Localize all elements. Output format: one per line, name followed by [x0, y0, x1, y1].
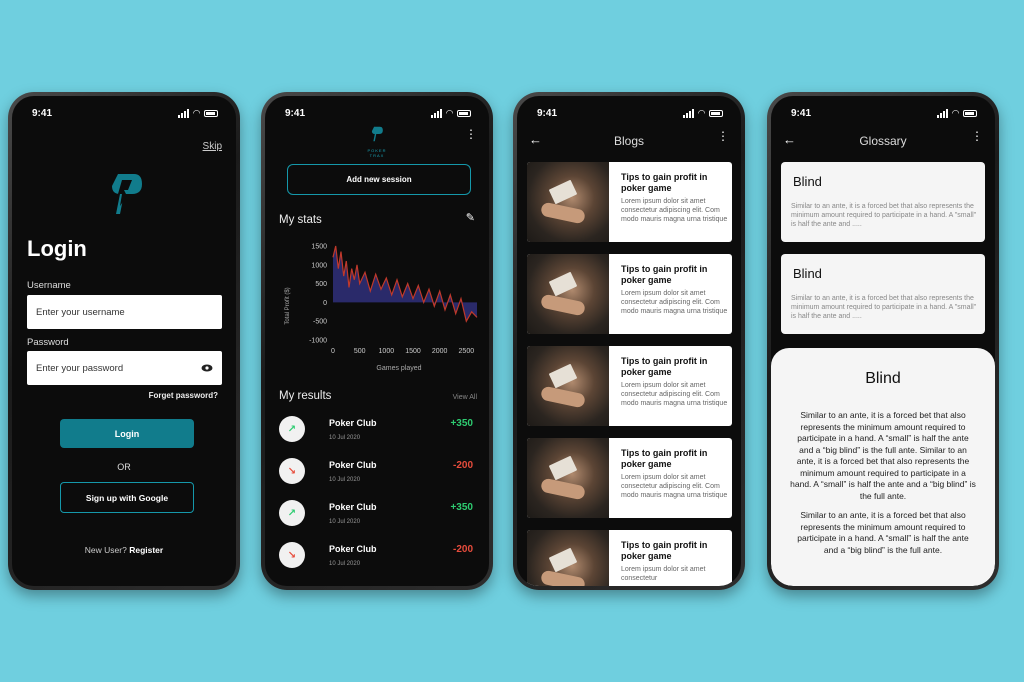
chart-area: [332, 245, 478, 323]
glossary-card[interactable]: Blind Similar to an ante, it is a forced…: [781, 162, 985, 242]
signal-icon: [937, 109, 949, 118]
signal-icon: [683, 109, 695, 118]
blogs-screen: 9:41 ◠ ← Blogs ⋮ Tips to gain profit in …: [517, 96, 741, 586]
username-input[interactable]: Enter your username: [27, 295, 222, 329]
chart-area-fill: [333, 246, 477, 322]
result-item[interactable]: ↗ Poker Club 10 Jul 2020 +350: [279, 416, 473, 452]
status-time: 9:41: [791, 108, 812, 119]
forgot-password-link[interactable]: Forget password?: [149, 391, 218, 400]
phone-blogs: 9:41 ◠ ← Blogs ⋮ Tips to gain profit in …: [513, 92, 745, 590]
view-all-link[interactable]: View All: [453, 394, 477, 401]
sheet-body: Similar to an ante, it is a forced bet t…: [790, 410, 976, 555]
username-label: Username: [27, 280, 71, 291]
battery-icon: [963, 110, 977, 117]
chart-x-tick-label: 0: [331, 348, 335, 355]
status-time: 9:41: [537, 108, 558, 119]
blog-thumbnail: [527, 438, 609, 518]
trend-down-icon: ↘: [279, 458, 305, 484]
password-label: Password: [27, 337, 69, 348]
sheet-title: Blind: [865, 370, 901, 387]
add-session-button[interactable]: Add new session: [287, 164, 471, 195]
logo-text: POKER TRAX: [367, 148, 387, 158]
chart-x-tick-label: 500: [354, 348, 366, 355]
app-logo-icon: [112, 174, 142, 214]
status-bar: 9:41 ◠: [791, 108, 977, 119]
chart-x-ticks: 0 500 1000 1500 2000 2500: [331, 348, 474, 355]
trend-up-icon: ↗: [279, 500, 305, 526]
chart-y-tick-label: 1000: [311, 262, 327, 269]
status-time: 9:41: [285, 108, 306, 119]
blog-card[interactable]: Tips to gain profit in poker game Lorem …: [527, 530, 732, 586]
page-title: Login: [27, 236, 87, 261]
blog-thumbnail: [527, 346, 609, 426]
trend-up-icon: ↗: [279, 416, 305, 442]
chart-x-tick-label: 1500: [405, 348, 421, 355]
my-results-title: My results: [279, 390, 332, 402]
glossary-card[interactable]: Blind Similar to an ante, it is a forced…: [781, 254, 985, 334]
chart-y-ticks: 1500 1000 500 0 -500 -1000: [309, 244, 327, 345]
result-item[interactable]: ↘ Poker Club 10 Jul 2020 -200: [279, 542, 473, 578]
result-item[interactable]: ↗ Poker Club 10 Jul 2020 +350: [279, 500, 473, 536]
wifi-icon: ◠: [193, 108, 200, 118]
more-options-icon[interactable]: ⋮: [971, 130, 983, 142]
status-bar: 9:41 ◠: [32, 108, 218, 119]
status-bar: 9:41 ◠: [285, 108, 471, 119]
chart-y-tick-label: -1000: [309, 338, 327, 345]
blog-card[interactable]: Tips to gain profit in poker game Lorem …: [527, 162, 732, 242]
password-input[interactable]: Enter your password: [27, 351, 222, 385]
wifi-icon: ◠: [698, 108, 705, 118]
signal-icon: [431, 109, 443, 118]
trend-down-icon: ↘: [279, 542, 305, 568]
blog-thumbnail: [527, 530, 609, 586]
phone-stats: 9:41 ◠ POKER TRAX ⋮ Add new session My s…: [261, 92, 493, 590]
chart-x-tick-label: 2000: [432, 348, 448, 355]
status-time: 9:41: [32, 108, 53, 119]
register-row: New User? Register: [12, 545, 236, 555]
chart-x-tick-label: 1000: [379, 348, 395, 355]
blog-card[interactable]: Tips to gain profit in poker game Lorem …: [527, 254, 732, 334]
stats-screen: 9:41 ◠ POKER TRAX ⋮ Add new session My s…: [265, 96, 489, 586]
more-options-icon[interactable]: ⋮: [717, 130, 729, 142]
glossary-screen: 9:41 ◠ ← Glossary ⋮ Blind Similar to an …: [771, 96, 995, 586]
my-stats-title: My stats: [279, 214, 322, 226]
result-item[interactable]: ↘ Poker Club 10 Jul 2020 -200: [279, 458, 473, 494]
eye-icon[interactable]: [201, 364, 213, 372]
wifi-icon: ◠: [446, 108, 453, 118]
more-options-icon[interactable]: ⋮: [465, 128, 477, 140]
login-button[interactable]: Login: [60, 419, 194, 448]
page-title: Glossary: [859, 134, 907, 148]
chart-y-tick-label: 500: [315, 281, 327, 288]
chart-y-tick-label: 0: [323, 300, 327, 307]
phone-login: 9:41 ◠ Skip Login Username Enter your us…: [8, 92, 240, 590]
glossary-detail-sheet: Blind Similar to an ante, it is a forced…: [771, 348, 995, 586]
chart-y-tick-label: -500: [313, 319, 327, 326]
battery-icon: [204, 110, 218, 117]
chart-y-label: Total Profit ($): [285, 287, 291, 324]
pencil-icon[interactable]: ✎: [466, 211, 475, 224]
status-bar: 9:41 ◠: [537, 108, 723, 119]
signal-icon: [178, 109, 190, 118]
wifi-icon: ◠: [952, 108, 959, 118]
app-logo-icon: [371, 126, 383, 142]
battery-icon: [457, 110, 471, 117]
google-signup-button[interactable]: Sign up with Google: [60, 482, 194, 513]
blog-card[interactable]: Tips to gain profit in poker game Lorem …: [527, 346, 732, 426]
new-user-text: New User?: [84, 545, 127, 555]
chart-y-tick-label: 1500: [311, 244, 327, 251]
or-divider: OR: [117, 462, 131, 472]
blog-card[interactable]: Tips to gain profit in poker game Lorem …: [527, 438, 732, 518]
phone-glossary: 9:41 ◠ ← Glossary ⋮ Blind Similar to an …: [767, 92, 999, 590]
register-link[interactable]: Register: [129, 545, 163, 555]
app-logo: POKER TRAX: [365, 126, 389, 158]
page-title: Blogs: [613, 134, 645, 148]
battery-icon: [709, 110, 723, 117]
profit-chart: 1500 1000 500 0 -500 -1000 0 500 1000 1500 2000 25…: [285, 244, 478, 372]
skip-link[interactable]: Skip: [203, 141, 222, 152]
chart-x-tick-label: 2500: [459, 348, 475, 355]
login-screen: 9:41 ◠ Skip Login Username Enter your us…: [12, 96, 236, 586]
blog-thumbnail: [527, 254, 609, 334]
chart-x-label: Games played: [376, 365, 421, 372]
blog-thumbnail: [527, 162, 609, 242]
